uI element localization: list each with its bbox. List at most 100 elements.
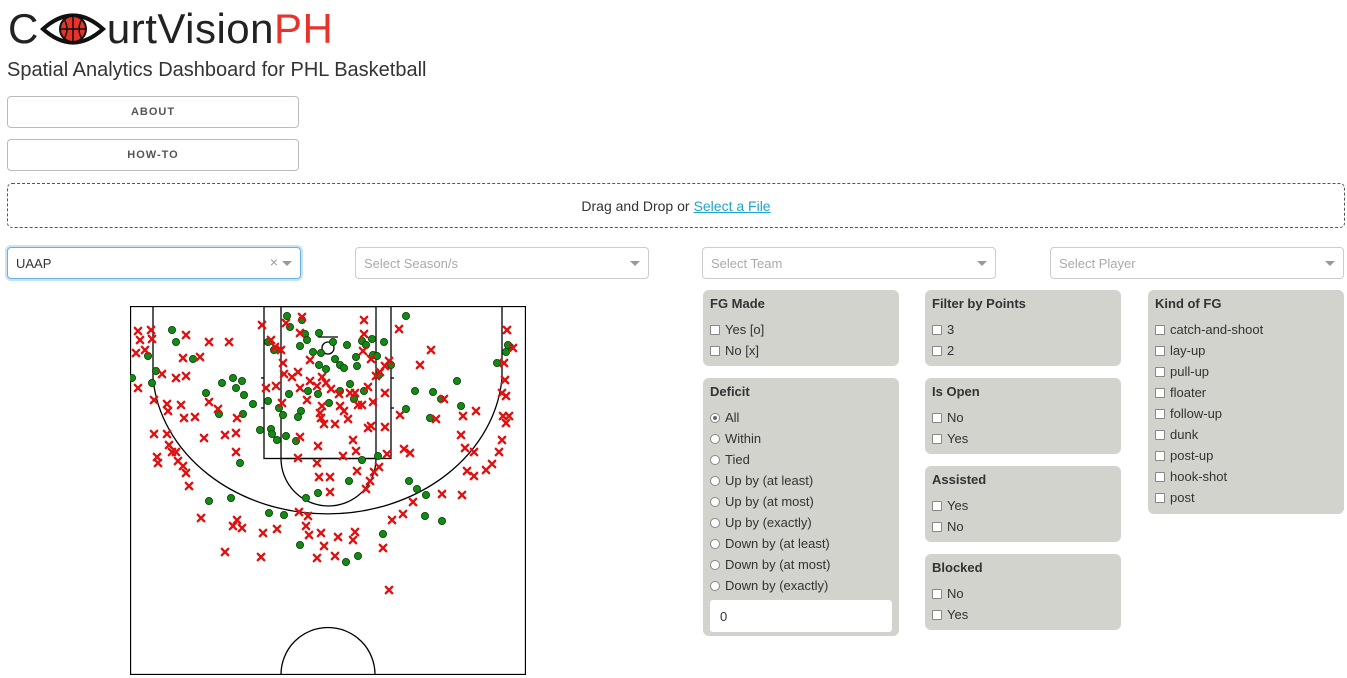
chevron-down-icon[interactable] [282, 261, 292, 266]
kind-hook-shot[interactable]: hook-shot [1155, 466, 1337, 487]
deficit-within[interactable]: Within [710, 428, 892, 449]
assisted-yes[interactable]: Yes [932, 495, 1114, 516]
missed-shot-marker [133, 326, 143, 336]
deficit-down-exactly[interactable]: Down by (exactly) [710, 575, 892, 596]
logo-text-c: C [8, 5, 39, 52]
missed-shot-marker [317, 401, 327, 411]
howto-button[interactable]: HOW-TO [7, 139, 299, 171]
missed-shot-marker [231, 428, 241, 438]
radio[interactable] [710, 496, 720, 507]
missed-shot-marker [378, 543, 388, 553]
checkbox[interactable] [932, 500, 942, 511]
checkbox[interactable] [710, 324, 720, 335]
missed-shot-marker [181, 330, 191, 340]
option-label: No [947, 519, 964, 534]
missed-shot-marker [352, 466, 362, 476]
team-select[interactable]: Select Team [702, 247, 996, 279]
radio[interactable] [710, 454, 720, 465]
checkbox[interactable] [932, 412, 942, 423]
radio[interactable] [710, 517, 720, 528]
kind-catch-and-shoot[interactable]: catch-and-shoot [1155, 319, 1337, 340]
checkbox[interactable] [1155, 471, 1165, 482]
missed-shot-marker [272, 524, 282, 534]
missed-shot-marker [380, 422, 390, 432]
chevron-down-icon[interactable] [1325, 261, 1335, 266]
option-label: All [725, 410, 740, 425]
is-open-yes[interactable]: Yes [932, 428, 1114, 449]
season-select[interactable]: Select Season/s [355, 247, 649, 279]
missed-shot-marker [462, 466, 472, 476]
kind-post[interactable]: post [1155, 487, 1337, 508]
checkbox[interactable] [710, 345, 720, 356]
checkbox[interactable] [932, 521, 942, 532]
select-file-link[interactable]: Select a File [694, 198, 771, 214]
missed-shot-marker [350, 527, 360, 537]
blocked-no[interactable]: No [932, 583, 1114, 604]
kind-follow-up[interactable]: follow-up [1155, 403, 1337, 424]
checkbox[interactable] [932, 345, 942, 356]
kind-floater[interactable]: floater [1155, 382, 1337, 403]
checkbox[interactable] [932, 588, 942, 599]
radio[interactable] [710, 580, 720, 591]
fg-made-no[interactable]: No [x] [710, 340, 892, 361]
assisted-no[interactable]: No [932, 516, 1114, 537]
about-button[interactable]: ABOUT [7, 96, 299, 128]
checkbox[interactable] [1155, 408, 1165, 419]
made-shot-marker [341, 558, 350, 567]
deficit-tied[interactable]: Tied [710, 449, 892, 470]
kind-pull-up[interactable]: pull-up [1155, 361, 1337, 382]
made-shot-marker [235, 458, 244, 467]
deficit-panel: Deficit All Within Tied Up by (at least)… [703, 378, 899, 636]
checkbox[interactable] [1155, 345, 1165, 356]
chevron-down-icon[interactable] [977, 261, 987, 266]
kind-post-up[interactable]: post-up [1155, 445, 1337, 466]
missed-shot-marker [384, 585, 394, 595]
missed-shot-marker [368, 397, 378, 407]
checkbox[interactable] [1155, 324, 1165, 335]
file-upload-dropzone[interactable]: Drag and Drop or Select a File [7, 183, 1345, 228]
checkbox[interactable] [932, 324, 942, 335]
radio[interactable] [710, 559, 720, 570]
points-3[interactable]: 3 [932, 319, 1114, 340]
kind-dunk[interactable]: dunk [1155, 424, 1337, 445]
league-select[interactable]: UAAP × [7, 247, 301, 279]
option-label: dunk [1170, 427, 1199, 442]
option-label: lay-up [1170, 343, 1206, 358]
checkbox[interactable] [1155, 429, 1165, 440]
chevron-down-icon[interactable] [630, 261, 640, 266]
deficit-down-at-most[interactable]: Down by (at most) [710, 554, 892, 575]
radio[interactable] [710, 433, 720, 444]
deficit-up-at-least[interactable]: Up by (at least) [710, 470, 892, 491]
deficit-down-at-least[interactable]: Down by (at least) [710, 533, 892, 554]
checkbox[interactable] [1155, 366, 1165, 377]
missed-shot-marker [312, 458, 322, 468]
kind-lay-up[interactable]: lay-up [1155, 340, 1337, 361]
is-open-no[interactable]: No [932, 407, 1114, 428]
deficit-all[interactable]: All [710, 407, 892, 428]
made-shot-marker [188, 354, 197, 363]
missed-shot-marker [380, 388, 390, 398]
points-2[interactable]: 2 [932, 340, 1114, 361]
missed-shot-marker [437, 489, 447, 499]
made-shot-marker [345, 379, 354, 388]
missed-shot-marker [343, 414, 353, 424]
deficit-up-at-most[interactable]: Up by (at most) [710, 491, 892, 512]
checkbox[interactable] [932, 433, 942, 444]
kind-of-fg-title: Kind of FG [1155, 296, 1222, 311]
clear-icon[interactable]: × [270, 254, 278, 270]
season-select-placeholder: Select Season/s [364, 255, 458, 271]
radio[interactable] [710, 412, 720, 423]
blocked-yes[interactable]: Yes [932, 604, 1114, 625]
made-shot-marker [217, 378, 226, 387]
player-select[interactable]: Select Player [1050, 247, 1344, 279]
checkbox[interactable] [1155, 450, 1165, 461]
checkbox[interactable] [932, 609, 942, 620]
checkbox[interactable] [1155, 492, 1165, 503]
radio[interactable] [710, 475, 720, 486]
deficit-value-input[interactable]: 0 [710, 600, 892, 632]
radio[interactable] [710, 538, 720, 549]
checkbox[interactable] [1155, 387, 1165, 398]
deficit-up-exactly[interactable]: Up by (exactly) [710, 512, 892, 533]
blocked-panel: Blocked No Yes [925, 554, 1121, 630]
fg-made-yes[interactable]: Yes [o] [710, 319, 892, 340]
